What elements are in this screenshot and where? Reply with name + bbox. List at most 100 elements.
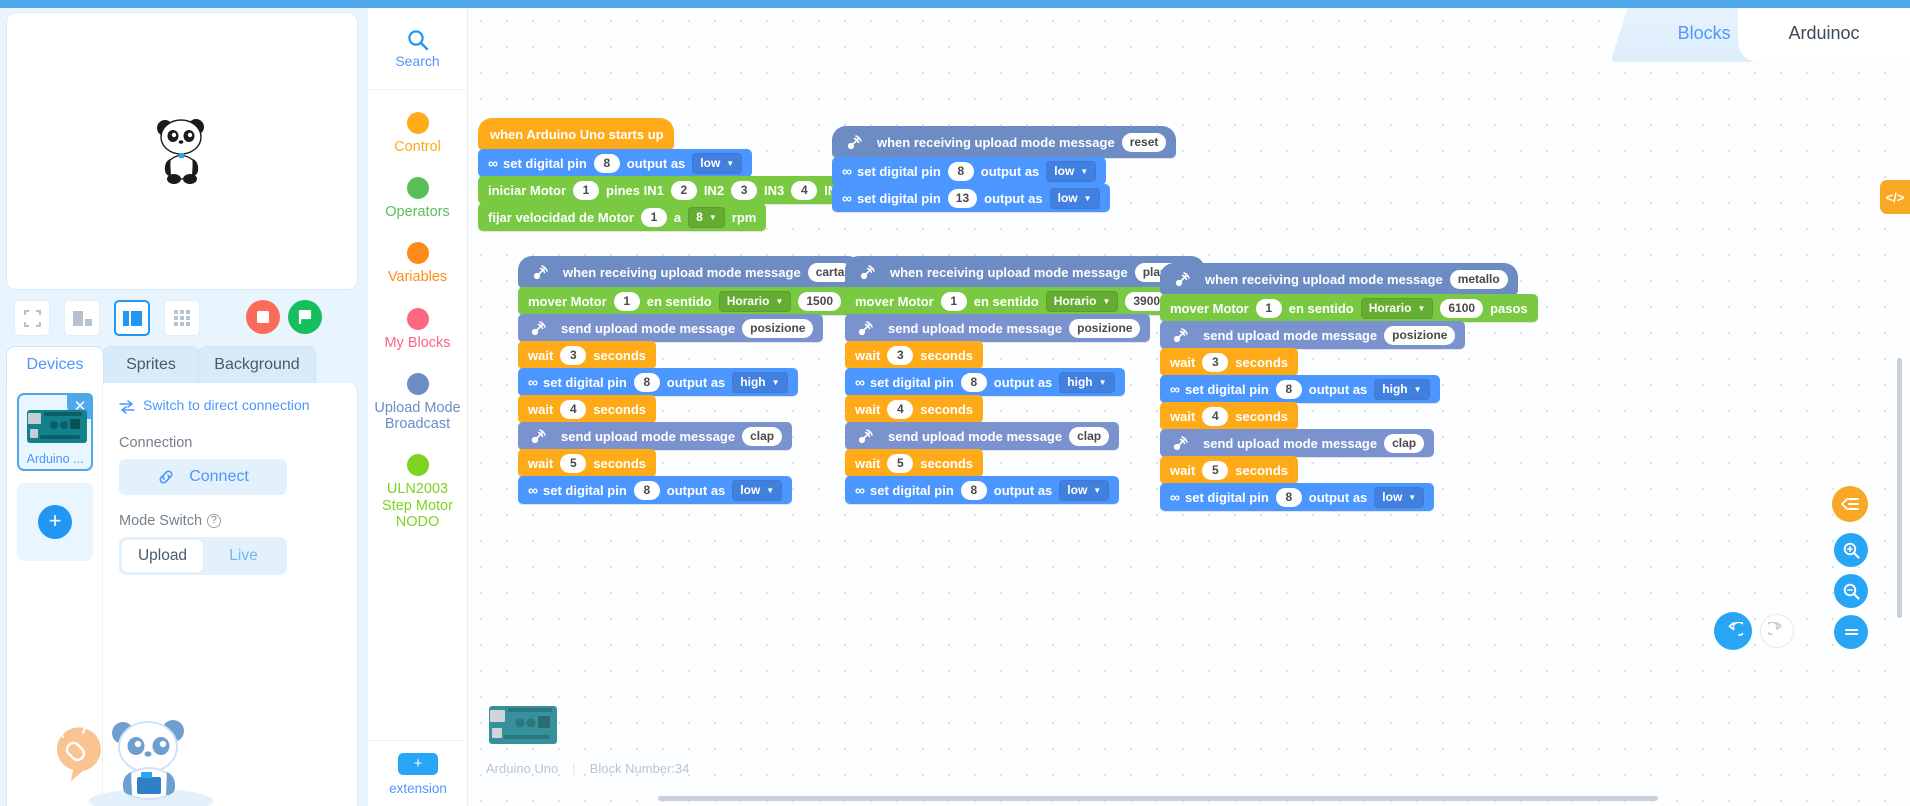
block-input[interactable]: 4	[560, 399, 587, 419]
block-dropdown[interactable]: low ▼	[1046, 160, 1097, 182]
block-2[interactable]: send upload mode message posizione	[845, 314, 1151, 342]
block-input[interactable]: 4	[1202, 406, 1229, 426]
block-0[interactable]: when receiving upload mode message carta	[518, 256, 863, 288]
block-input[interactable]: 1	[613, 291, 640, 311]
block-input[interactable]: 4	[887, 399, 914, 419]
block-input[interactable]: 8	[1275, 379, 1302, 399]
block-dropdown[interactable]: Horario ▼	[1360, 297, 1434, 319]
block-input[interactable]: posizione	[1069, 318, 1141, 338]
block-input[interactable]: posizione	[742, 318, 814, 338]
block-input[interactable]: 4	[791, 180, 818, 200]
block-3[interactable]: wait 3 seconds	[845, 341, 984, 369]
block-7[interactable]: wait 5 seconds	[518, 449, 657, 477]
block-input[interactable]: 2	[670, 180, 697, 200]
block-dropdown[interactable]: low ▼	[1049, 187, 1100, 209]
block-input[interactable]: 8	[593, 153, 620, 173]
block-8[interactable]: ∞ set digital pin 8 output as low ▼	[518, 476, 793, 504]
block-input[interactable]: 8	[1275, 487, 1302, 507]
block-5[interactable]: wait 4 seconds	[518, 395, 657, 423]
help-icon[interactable]: ?	[207, 513, 222, 528]
block-6[interactable]: send upload mode message clap	[845, 422, 1120, 450]
grid-stage-button[interactable]	[164, 300, 200, 336]
block-8[interactable]: ∞ set digital pin 8 output as low ▼	[845, 476, 1120, 504]
block-input[interactable]: 1	[940, 291, 967, 311]
blocks-workspace[interactable]: Blocks Arduinoc </> when Arduino Uno sta…	[468, 8, 1910, 806]
block-6[interactable]: send upload mode message clap	[1160, 429, 1435, 457]
redo-button[interactable]	[1760, 614, 1794, 648]
code-view-toggle[interactable]: </>	[1880, 180, 1910, 214]
category-control[interactable]: Control	[368, 112, 467, 155]
block-4[interactable]: ∞ set digital pin 8 output as high ▼	[1160, 375, 1440, 403]
block-1[interactable]: ∞ set digital pin 8 output as low ▼	[832, 157, 1107, 185]
extension-section[interactable]: + extension	[368, 740, 468, 796]
category-uln2003-step-motor[interactable]: ULN2003 Step Motor NODO	[368, 454, 467, 530]
block-input[interactable]: 1	[640, 207, 667, 227]
block-dropdown[interactable]: high ▼	[1374, 378, 1430, 400]
block-dropdown[interactable]: low ▼	[692, 152, 743, 174]
stage-area[interactable]	[6, 12, 358, 290]
panda-sprite[interactable]	[152, 115, 212, 187]
block-input[interactable]: 5	[560, 453, 587, 473]
mode-switch-toggle[interactable]: Upload Live	[119, 536, 287, 575]
block-input[interactable]: 8	[960, 480, 987, 500]
reset-stack[interactable]: when receiving upload mode message reset ∞…	[832, 126, 1177, 212]
block-input[interactable]: 8	[633, 372, 660, 392]
block-input[interactable]: 1500	[798, 291, 842, 311]
block-2[interactable]: iniciar Motor1pines IN12IN23IN34IN45	[478, 176, 888, 204]
category-upload-mode-broadcast[interactable]: Upload Mode Broadcast	[368, 372, 467, 432]
block-input[interactable]: 5	[1202, 460, 1229, 480]
block-2[interactable]: send upload mode message posizione	[1160, 321, 1466, 349]
large-stage-button[interactable]	[114, 300, 150, 336]
block-4[interactable]: ∞ set digital pin 8 output as high ▼	[518, 368, 798, 396]
block-input[interactable]: 8	[633, 480, 660, 500]
block-dropdown[interactable]: low ▼	[1374, 486, 1425, 508]
block-input[interactable]: 3	[887, 345, 914, 365]
block-input[interactable]: posizione	[1384, 325, 1456, 345]
block-3[interactable]: wait 3 seconds	[518, 341, 657, 369]
block-6[interactable]: send upload mode message clap	[518, 422, 793, 450]
block-dropdown[interactable]: Horario ▼	[1045, 290, 1119, 312]
block-input[interactable]: clap	[742, 426, 783, 446]
small-stage-button[interactable]	[64, 300, 100, 336]
tab-devices[interactable]: Devices	[6, 346, 104, 384]
block-dropdown[interactable]: low ▼	[1059, 479, 1110, 501]
green-flag-button[interactable]	[288, 300, 322, 334]
workspace-vertical-scrollbar[interactable]	[1897, 358, 1902, 618]
block-input[interactable]: 1	[1255, 298, 1282, 318]
block-input[interactable]: 13	[947, 188, 978, 208]
block-1[interactable]: ∞ set digital pin 8 output as low ▼	[478, 149, 753, 177]
switch-direct-connection-button[interactable]: Switch to direct connection	[119, 397, 343, 415]
block-input[interactable]: 3	[731, 180, 758, 200]
device-card-arduino[interactable]: ✕ Arduino ...	[17, 393, 93, 471]
block-7[interactable]: wait 5 seconds	[845, 449, 984, 477]
block-dropdown[interactable]: high ▼	[1059, 371, 1115, 393]
mode-option-live[interactable]: Live	[203, 540, 284, 572]
block-5[interactable]: wait 4 seconds	[1160, 402, 1299, 430]
tab-background[interactable]: Background	[198, 346, 316, 384]
block-input[interactable]: reset	[1121, 132, 1167, 152]
tab-sprites[interactable]: Sprites	[102, 346, 200, 384]
block-input[interactable]: 1	[573, 180, 600, 200]
add-device-button[interactable]: +	[17, 483, 93, 561]
block-dropdown[interactable]: Horario ▼	[718, 290, 792, 312]
block-input[interactable]: 6100	[1440, 298, 1484, 318]
fullscreen-button[interactable]	[14, 300, 50, 336]
add-extension-button[interactable]: +	[398, 753, 438, 775]
category-my-blocks[interactable]: My Blocks	[368, 307, 467, 351]
block-0[interactable]: when receiving upload mode message metall…	[1160, 263, 1518, 295]
block-5[interactable]: wait 4 seconds	[845, 395, 984, 423]
block-input[interactable]: clap	[1069, 426, 1110, 446]
block-1[interactable]: mover Motor 1 en sentido Horario ▼ 6100 pasos	[1160, 294, 1538, 322]
block-8[interactable]: ∞ set digital pin 8 output as low ▼	[1160, 483, 1435, 511]
search-category[interactable]: Search	[368, 8, 467, 90]
block-0[interactable]: when receiving upload mode message reset	[832, 126, 1177, 158]
block-7[interactable]: wait 5 seconds	[1160, 456, 1299, 484]
block-dropdown[interactable]: 8 ▼	[688, 206, 725, 228]
block-2[interactable]: send upload mode message posizione	[518, 314, 824, 342]
block-dropdown[interactable]: low ▼	[732, 479, 783, 501]
block-1[interactable]: mover Motor1en sentidoHorario▼1500pasos	[518, 287, 896, 315]
zoom-in-button[interactable]	[1834, 533, 1868, 567]
block-0[interactable]: when Arduino Uno starts up	[478, 118, 674, 150]
carta-stack[interactable]: when receiving upload mode message carta m…	[518, 256, 896, 504]
connect-button[interactable]: Connect	[119, 458, 287, 495]
